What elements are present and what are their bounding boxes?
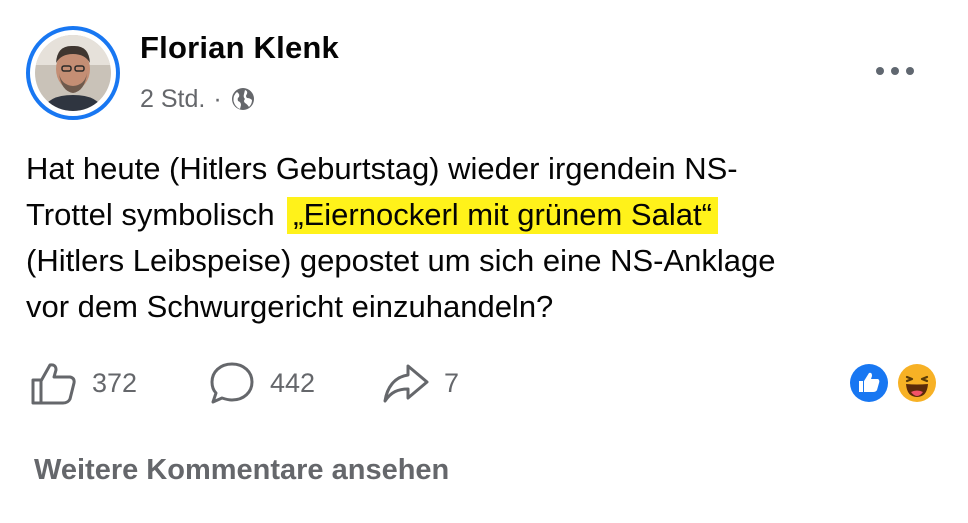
view-more-comments-link[interactable]: Weitere Kommentare ansehen [34, 454, 449, 487]
like-button[interactable]: 372 [30, 360, 208, 406]
post-text-line-2-start: Trottel symbolisch [26, 197, 275, 232]
more-options-button[interactable] [866, 54, 924, 88]
thumbs-up-icon [31, 363, 76, 405]
like-count: 372 [92, 367, 138, 398]
share-icon [383, 364, 429, 403]
more-options-icon [876, 67, 914, 75]
comment-count: 442 [270, 367, 316, 398]
comment-icon [210, 362, 254, 404]
avatar-photo [35, 35, 111, 111]
highlighted-phrase: „Eiernockerl mit grünem Salat“ [287, 197, 718, 234]
author-avatar[interactable] [26, 26, 120, 120]
share-count: 7 [444, 367, 460, 398]
post-time[interactable]: 2 Std. [140, 85, 205, 114]
post-text-line-4: vor dem Schwurgericht einzuhandeln? [26, 289, 554, 324]
like-reaction-icon [848, 362, 890, 404]
post-meta: 2 Std. · [140, 82, 256, 116]
post-text-line-2: Trottel symbolisch „Eiernockerl mit grün… [26, 192, 926, 238]
meta-separator: · [213, 84, 222, 113]
comment-button[interactable]: 442 [208, 360, 382, 406]
post-text-line-3: (Hitlers Leibspeise) gepostet um sich ei… [26, 243, 776, 278]
author-name[interactable]: Florian Klenk [140, 30, 339, 66]
post-text-line-1: Hat heute (Hitlers Geburtstag) wieder ir… [26, 151, 738, 186]
avatar-image [35, 35, 111, 111]
globe-icon[interactable] [230, 86, 256, 112]
haha-reaction-icon [896, 362, 938, 404]
facebook-post-card: Florian Klenk 2 Std. · Hat heute (Hitler… [0, 0, 968, 523]
post-actions: 372 442 7 [30, 358, 502, 408]
reaction-summary[interactable] [848, 362, 940, 404]
share-button[interactable]: 7 [382, 360, 502, 406]
post-text: Hat heute (Hitlers Geburtstag) wieder ir… [26, 146, 926, 330]
